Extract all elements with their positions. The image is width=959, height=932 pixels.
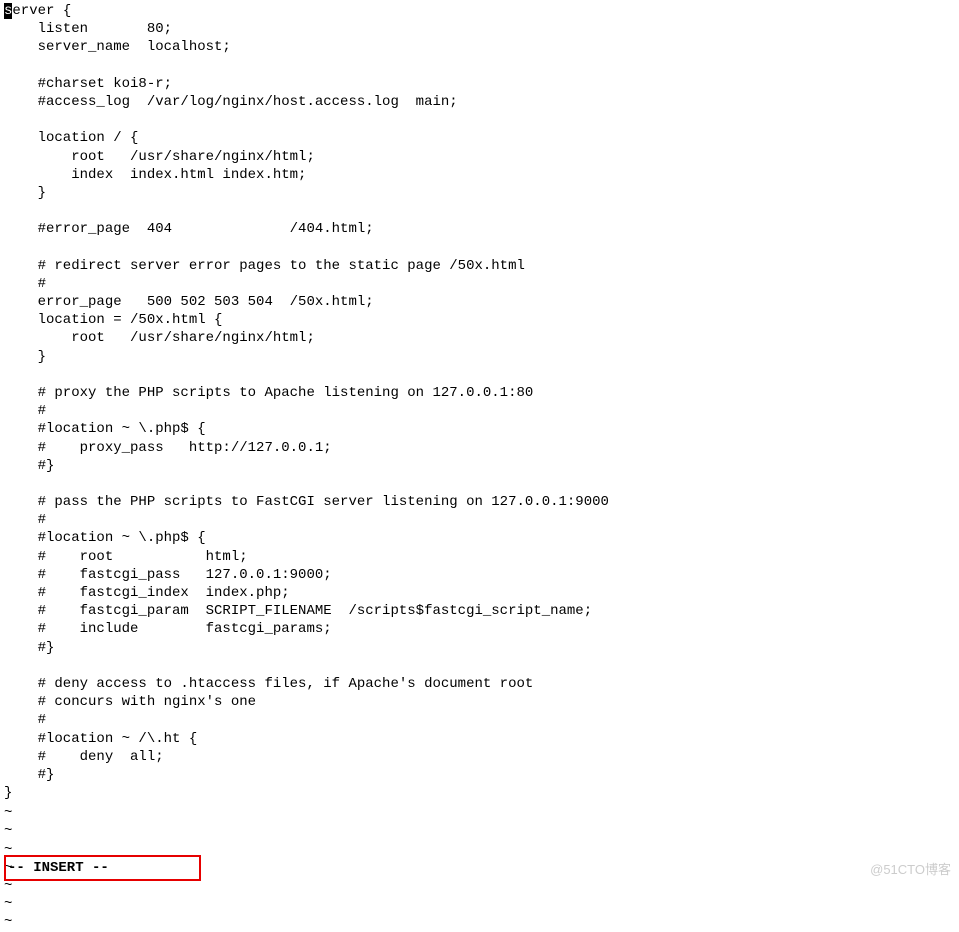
editor-content[interactable]: server { listen 80; server_name localhos… [0, 0, 959, 804]
status-bar: -- INSERT -- [4, 855, 201, 881]
editor-mode: -- INSERT -- [8, 860, 109, 876]
editor-text: erver { listen 80; server_name localhost… [4, 3, 609, 801]
watermark: @51CTO博客 [870, 862, 951, 879]
